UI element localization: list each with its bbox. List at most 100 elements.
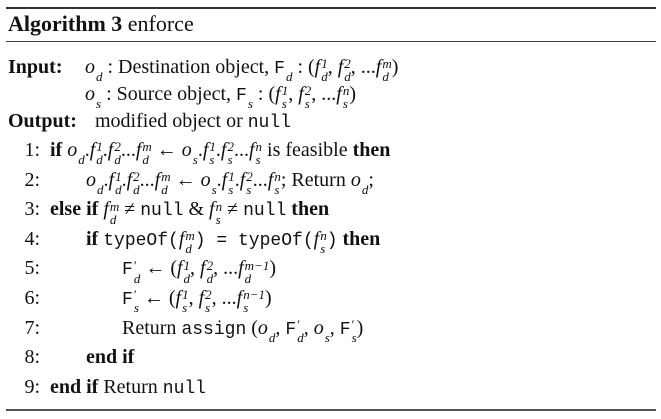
code-text-token: null (140, 198, 183, 221)
math-symbol: f (200, 257, 206, 280)
subscript: s (351, 330, 357, 345)
text-token: ; Return (281, 169, 351, 191)
text: ← ( (138, 287, 176, 309)
text: ) (269, 257, 277, 280)
code-text-token: null (243, 198, 286, 221)
math-symbol: o (86, 168, 96, 191)
keyword-token: then (353, 139, 391, 161)
line-content: else if fmd ≠ null & fns ≠ null then (50, 197, 329, 226)
sub-sup: 1d (184, 259, 191, 285)
text: ) (391, 56, 399, 78)
code-text: ) = typeOf( (194, 230, 314, 251)
math-symbol-token: f2s (198, 287, 212, 314)
code-text-token: typeOf( (103, 228, 179, 251)
math-symbol: f (107, 139, 114, 161)
sub-sup: ns (216, 200, 223, 226)
math-symbol: f (108, 168, 115, 191)
sub-sup: s (193, 140, 198, 166)
output-line: Output: modified object or null (8, 109, 291, 135)
code-text: assign (181, 319, 247, 340)
text: ) (349, 83, 356, 105)
text-token: ← (152, 139, 182, 161)
sub-sup: d (269, 318, 276, 344)
math-symbol-token: fns (336, 83, 349, 110)
line-content: end if Return null (50, 375, 206, 401)
line-content: o d .f 1 d .f 2 d ...f m d ← o s .f 1 s .f 2 s ...f n s; R… (86, 168, 374, 197)
input-line: Input: o d : Destination object, F d : (f… (8, 55, 399, 83)
sub-sup: md (110, 200, 119, 226)
math-symbol-token: o d (350, 168, 369, 196)
text-token: ) (265, 287, 272, 309)
line-number: 4: (24, 227, 40, 250)
sub-sup: 2s (305, 84, 312, 110)
math-symbol-token: o d (85, 56, 103, 83)
sub-sup: ′ d (134, 259, 141, 285)
keyword: then (342, 227, 381, 250)
math-symbol: o (350, 168, 361, 191)
subscript: d (297, 330, 304, 345)
math-symbol: F (339, 319, 351, 340)
text-token: ... (253, 169, 268, 191)
text-token: ( (246, 317, 258, 339)
subscript: d (97, 182, 104, 197)
math-symbol: f (198, 287, 205, 309)
text: : ( (252, 83, 276, 105)
subscript: d (109, 211, 117, 227)
sub-sup: ns (256, 140, 263, 166)
sub-sup: d (78, 140, 85, 166)
sub-sup: 2d (207, 259, 214, 285)
sub-sup: 1s (182, 288, 189, 314)
sub-sup: 1d (96, 140, 103, 166)
math-symbol: f (375, 56, 382, 78)
text: , (303, 316, 314, 339)
math-symbol-token: f2d (338, 56, 351, 83)
subscript: d (206, 270, 214, 286)
text: ( (246, 316, 258, 339)
keyword-token: then (291, 198, 329, 220)
sub-sup: 1s (282, 84, 289, 110)
keyword-token: end if (50, 376, 98, 398)
subscript: d (268, 330, 276, 345)
math-symbol: f (298, 83, 304, 105)
math-symbol-token: f1s (275, 83, 288, 110)
line-number: 2: (24, 168, 40, 191)
text: , ... (211, 287, 237, 309)
text-token: Return (122, 317, 181, 339)
text-token: : ( (292, 56, 314, 78)
sub-sup: 1s (209, 140, 216, 166)
math-symbol-token: o d (258, 317, 276, 344)
text: ; Return (280, 168, 351, 191)
math-symbol: f (313, 227, 320, 250)
sub-sup: ′ s (352, 318, 357, 344)
sub-sup: 2s (205, 288, 212, 314)
keyword-token: then (343, 228, 381, 250)
input-line: o s : Source object, F s : (f 1 s, f2s, ..… (85, 82, 356, 110)
subscript: d (133, 270, 141, 286)
line-content: Return assign (o d, F ′ d, o s, F ′ s) (122, 316, 363, 345)
text: , (329, 316, 340, 339)
sub-sup: d (286, 57, 293, 83)
math-symbol: f (236, 287, 243, 309)
text-token: , ... (311, 83, 336, 105)
math-symbol-token: F ′ s (122, 287, 139, 314)
sub-sup: md (142, 140, 151, 166)
math-symbol-token: o s (182, 139, 198, 166)
subscript: s (192, 152, 198, 168)
math-symbol: f (202, 139, 209, 161)
sub-sup: 2d (133, 170, 140, 196)
text: ... (139, 168, 155, 191)
superscript: 2 (206, 257, 214, 273)
math-symbol-token: fns (313, 227, 327, 255)
text-token: , (304, 317, 314, 339)
text-token: ) (392, 56, 399, 78)
text-token: ≠ (222, 198, 243, 220)
subscript: d (382, 69, 389, 85)
sub-sup: s (248, 84, 253, 110)
math-symbol: f (209, 198, 215, 221)
math-symbol: f (336, 83, 342, 105)
sub-sup: 2d (114, 140, 121, 166)
sub-sup: ns (343, 84, 350, 110)
text-token: , (330, 317, 340, 339)
sub-sup: md (382, 57, 391, 83)
math-symbol-token: f n−1 s (236, 287, 265, 314)
